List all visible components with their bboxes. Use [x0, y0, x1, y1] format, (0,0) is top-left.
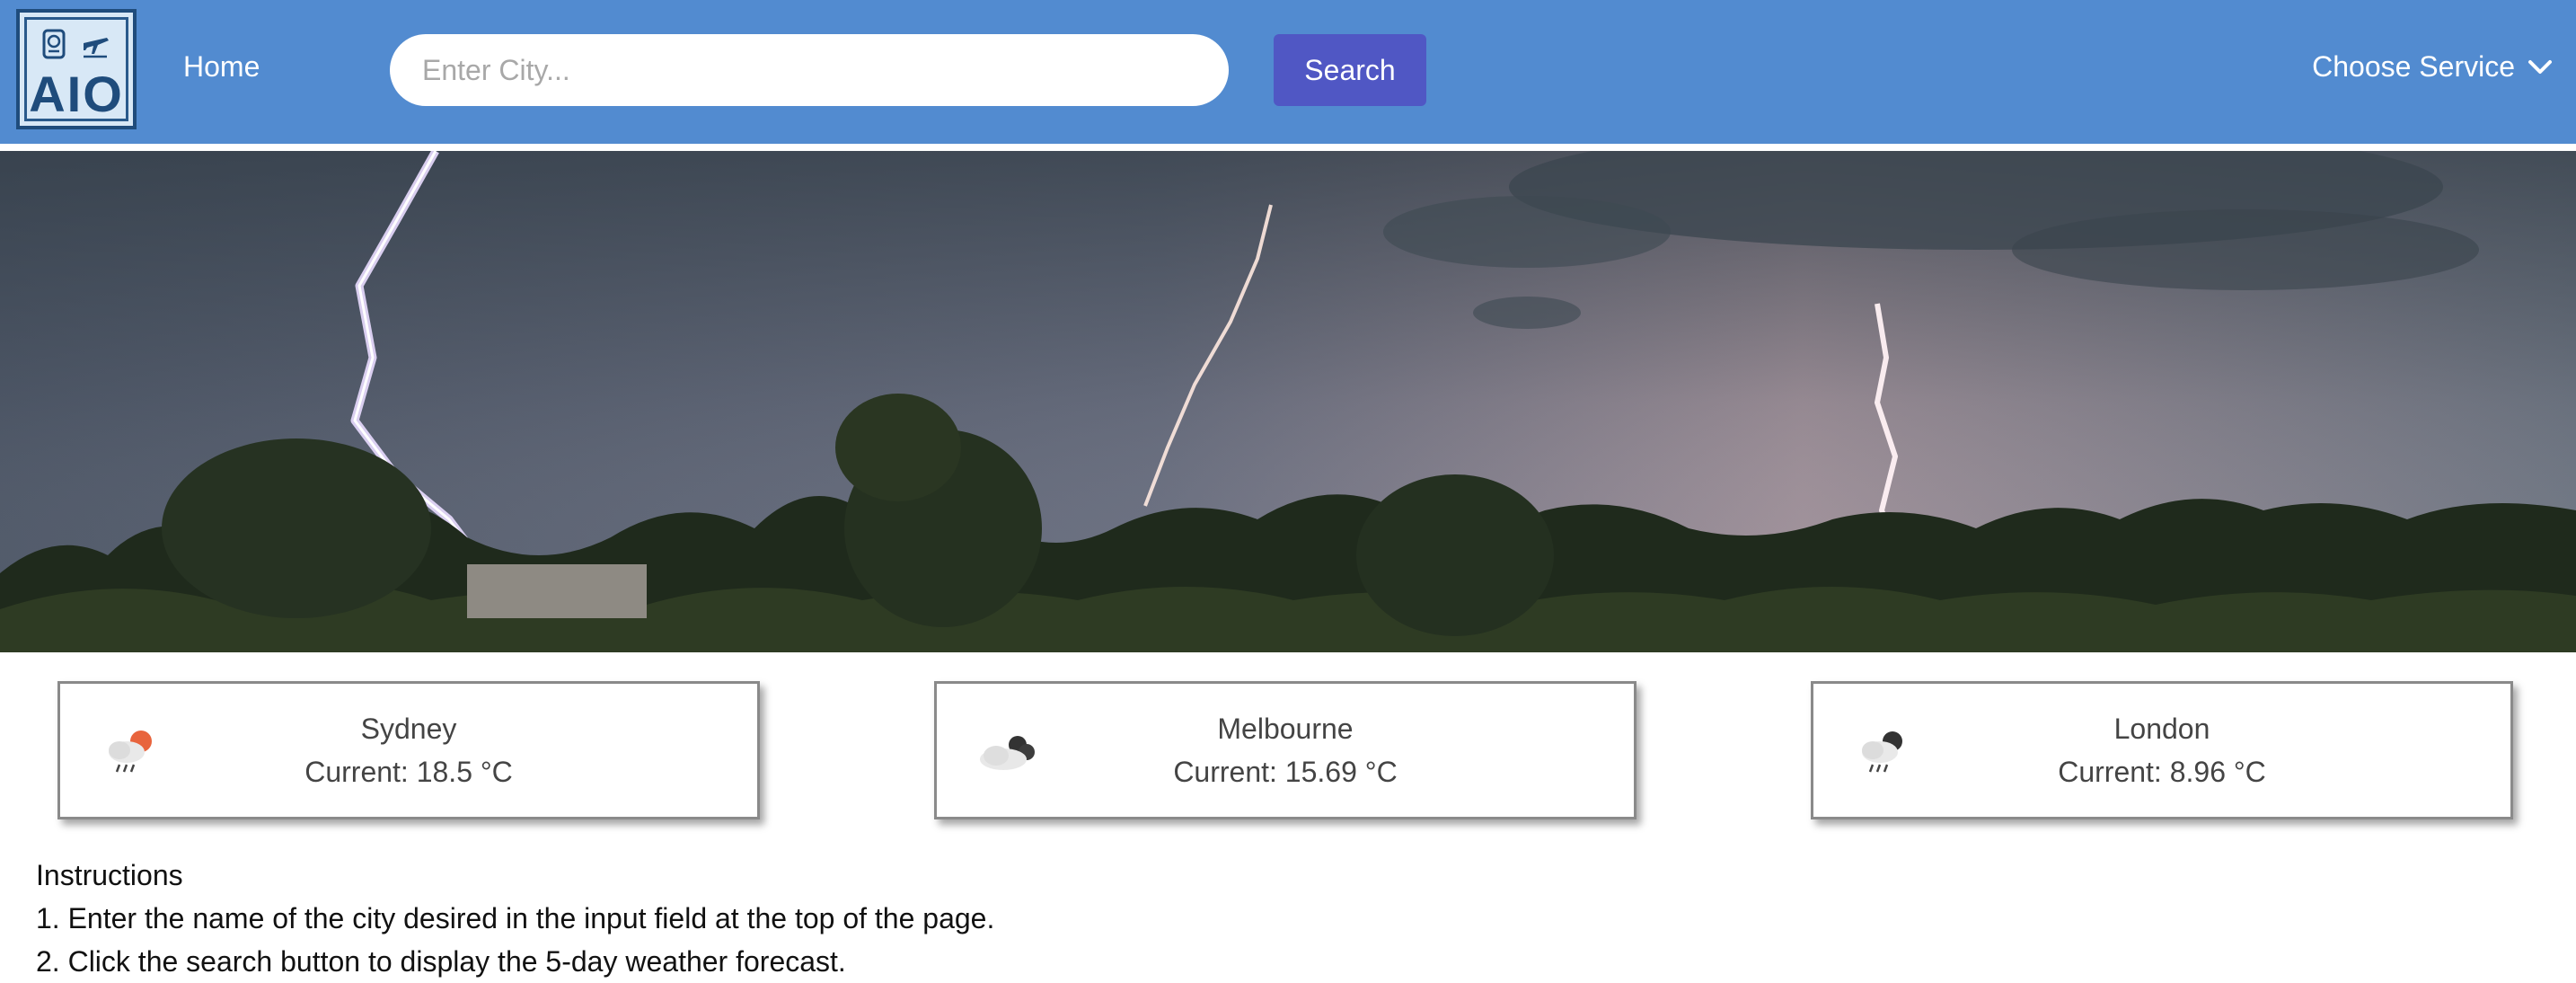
weather-card-melbourne[interactable]: Melbourne Current: 15.69 °C	[934, 681, 1636, 819]
weather-card-sydney[interactable]: Sydney Current: 18.5 °C	[57, 681, 760, 819]
choose-service-dropdown[interactable]: Choose Service	[2312, 50, 2553, 84]
instructions-section: Instructions 1. Enter the name of the ci…	[36, 854, 994, 983]
card-current-temp: Current: 18.5 °C	[304, 756, 513, 788]
storm-illustration	[0, 151, 2576, 652]
card-city-name: London	[2113, 713, 2210, 745]
logo-text: AIO	[29, 66, 124, 122]
instructions-heading: Instructions	[36, 859, 183, 891]
card-current-temp: Current: 15.69 °C	[1173, 756, 1398, 788]
card-current-temp: Current: 8.96 °C	[2058, 756, 2266, 788]
card-city-name: Sydney	[360, 713, 457, 745]
card-city-name: Melbourne	[1217, 713, 1354, 745]
instruction-step: 1. Enter the name of the city desired in…	[36, 902, 995, 934]
choose-service-label: Choose Service	[2312, 50, 2515, 83]
hero-storm-image	[0, 151, 2576, 652]
nav-home-link[interactable]: Home	[183, 50, 260, 84]
logo-icons	[20, 29, 133, 59]
airplane-icon	[84, 38, 109, 58]
weather-card-london[interactable]: London Current: 8.96 °C	[1811, 681, 2513, 819]
city-search-input[interactable]	[390, 34, 1229, 106]
instruction-step: 2. Click the search button to display th…	[36, 945, 846, 978]
aio-logo[interactable]: AIO	[16, 9, 137, 129]
chevron-down-icon	[2528, 59, 2552, 74]
passport-icon	[42, 29, 66, 59]
top-navbar: AIO Home Search Choose Service	[0, 0, 2576, 147]
search-button[interactable]: Search	[1274, 34, 1426, 106]
